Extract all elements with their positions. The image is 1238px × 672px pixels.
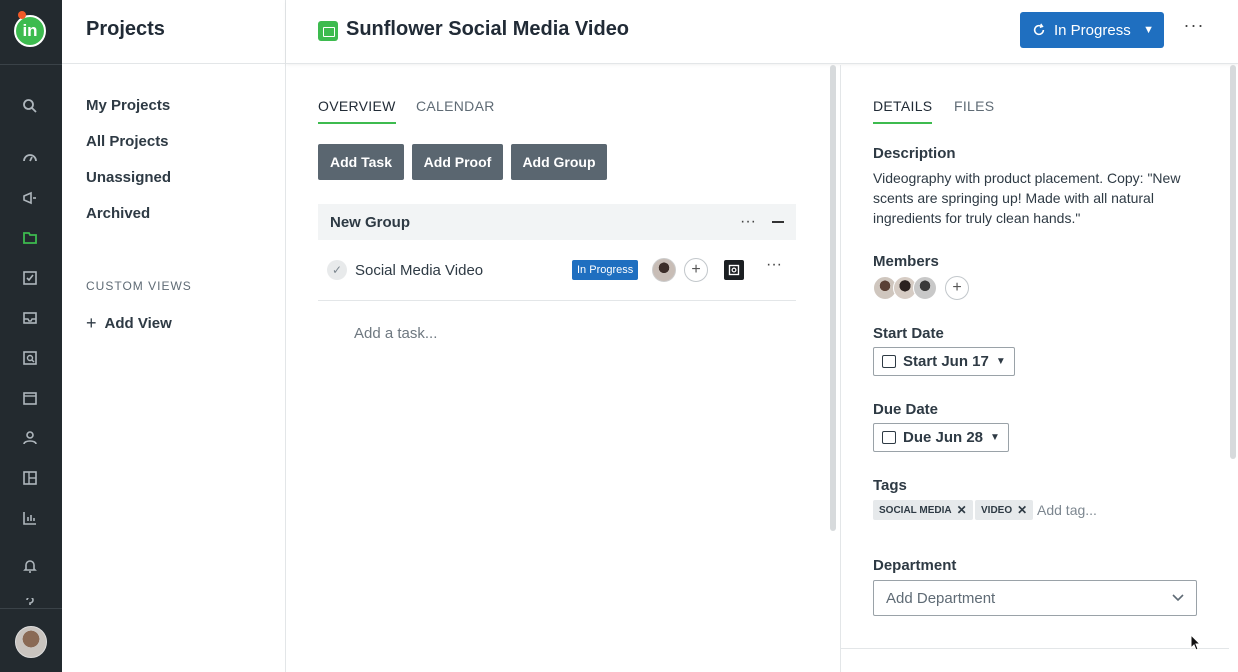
app-root: in Projects My Projects All Projects Una… <box>0 0 1238 672</box>
status-label: In Progress <box>1054 21 1131 39</box>
people-icon[interactable] <box>21 429 39 447</box>
project-folder-icon <box>318 21 338 41</box>
assignee-avatar[interactable] <box>652 258 676 282</box>
start-date-picker[interactable]: Start Jun 17 ▼ <box>873 347 1015 376</box>
board-icon[interactable] <box>21 469 39 487</box>
logo-icon[interactable]: in <box>14 15 46 47</box>
chevron-down-icon <box>1172 594 1184 602</box>
tasks-icon[interactable] <box>21 269 39 287</box>
user-avatar[interactable] <box>15 626 47 658</box>
bell-icon[interactable] <box>21 557 39 575</box>
chevron-down-icon: ▼ <box>1143 24 1154 36</box>
collapse-icon[interactable] <box>772 221 784 223</box>
tab-calendar[interactable]: CALENDAR <box>416 98 495 122</box>
add-group-button[interactable]: Add Group <box>511 144 607 180</box>
search-icon[interactable] <box>21 97 39 115</box>
reports-icon[interactable] <box>21 509 39 527</box>
plus-icon: + <box>86 313 97 333</box>
start-date-value: Start Jun 17 <box>903 353 989 370</box>
tag-chip[interactable]: VIDEO ✕ <box>975 500 1034 520</box>
department-placeholder: Add Department <box>886 589 996 607</box>
project-header: Sunflower Social Media Video In Progress… <box>286 0 1238 64</box>
tab-files[interactable]: FILES <box>954 98 994 122</box>
tags-label: Tags <box>873 477 907 494</box>
tag-label: SOCIAL MEDIA <box>879 504 952 516</box>
task-more-icon[interactable]: ··· <box>764 257 784 273</box>
projects-nav: Projects My Projects All Projects Unassi… <box>62 0 286 672</box>
more-options-icon[interactable]: ··· <box>1182 16 1206 40</box>
scrollbar[interactable] <box>1230 65 1236 459</box>
description-label: Description <box>873 145 956 162</box>
task-row[interactable]: ✓ Social Media Video In Progress + ··· <box>318 247 796 301</box>
remove-tag-icon[interactable]: ✕ <box>1017 503 1027 517</box>
chevron-down-icon: ▼ <box>990 432 1000 443</box>
rail-divider <box>0 64 62 65</box>
nav-item-all-projects[interactable]: All Projects <box>86 133 169 150</box>
logo-text: in <box>22 21 38 40</box>
tag-chip[interactable]: SOCIAL MEDIA ✕ <box>873 500 973 520</box>
add-proof-button[interactable]: Add Proof <box>412 144 503 180</box>
start-date-label: Start Date <box>873 325 944 342</box>
add-task-button[interactable]: Add Task <box>318 144 404 180</box>
proof-badge-icon[interactable] <box>724 260 744 280</box>
group-header: New Group ··· <box>318 204 796 240</box>
mouse-cursor-icon <box>1190 634 1202 651</box>
member-avatar[interactable] <box>913 276 937 300</box>
remove-tag-icon[interactable]: ✕ <box>957 503 967 517</box>
refresh-icon <box>1033 23 1045 36</box>
campaign-icon[interactable] <box>21 189 39 207</box>
tab-overview[interactable]: OVERVIEW <box>318 98 396 124</box>
projects-icon[interactable] <box>21 229 39 247</box>
proof-icon[interactable] <box>21 349 39 367</box>
nav-item-archived[interactable]: Archived <box>86 205 150 222</box>
due-date-label: Due Date <box>873 401 939 418</box>
check-icon[interactable]: ✓ <box>327 260 347 280</box>
group-more-icon[interactable]: ··· <box>736 214 760 230</box>
description-text[interactable]: Videography with product placement. Copy… <box>873 168 1203 228</box>
dashboard-icon[interactable] <box>21 149 39 167</box>
add-tag-input[interactable]: Add tag... <box>1037 500 1097 520</box>
calendar-start-icon <box>882 355 896 368</box>
logo-dot <box>18 11 26 19</box>
calendar-due-icon <box>882 431 896 444</box>
department-select[interactable]: Add Department <box>873 580 1197 616</box>
nav-item-unassigned[interactable]: Unassigned <box>86 169 171 186</box>
help-icon[interactable] <box>21 598 39 608</box>
inbox-icon[interactable] <box>21 309 39 327</box>
status-badge[interactable]: In Progress <box>572 260 639 280</box>
tab-details[interactable]: DETAILS <box>873 98 933 124</box>
overview-panel: OVERVIEW CALENDAR Add Task Add Proof Add… <box>286 65 840 672</box>
custom-views-label: CUSTOM VIEWS <box>86 279 192 293</box>
page-title: Sunflower Social Media Video <box>346 18 630 40</box>
members-label: Members <box>873 253 939 270</box>
chevron-down-icon: ▼ <box>995 356 1006 367</box>
group-name[interactable]: New Group <box>330 214 736 231</box>
add-task-input[interactable]: Add a task... <box>354 325 437 342</box>
tag-label: VIDEO <box>981 504 1013 516</box>
nav-title: Projects <box>62 0 285 64</box>
nav-item-my-projects[interactable]: My Projects <box>86 97 170 114</box>
due-date-value: Due Jun 28 <box>903 429 984 446</box>
due-date-picker[interactable]: Due Jun 28 ▼ <box>873 423 1009 452</box>
task-name[interactable]: Social Media Video <box>355 262 483 279</box>
calendar-icon[interactable] <box>21 389 39 407</box>
status-dropdown-button[interactable]: In Progress ▼ <box>1020 12 1164 48</box>
add-member-icon[interactable]: + <box>945 276 969 300</box>
add-view-button[interactable]: + Add View <box>86 313 172 334</box>
details-panel: DETAILS FILES Description Videography wi… <box>840 65 1238 672</box>
scrollbar[interactable] <box>830 65 836 531</box>
icon-rail: in <box>0 0 62 672</box>
panel-divider <box>841 648 1229 649</box>
add-view-label: Add View <box>104 315 172 332</box>
add-assignee-icon[interactable]: + <box>684 258 708 282</box>
department-label: Department <box>873 557 957 574</box>
